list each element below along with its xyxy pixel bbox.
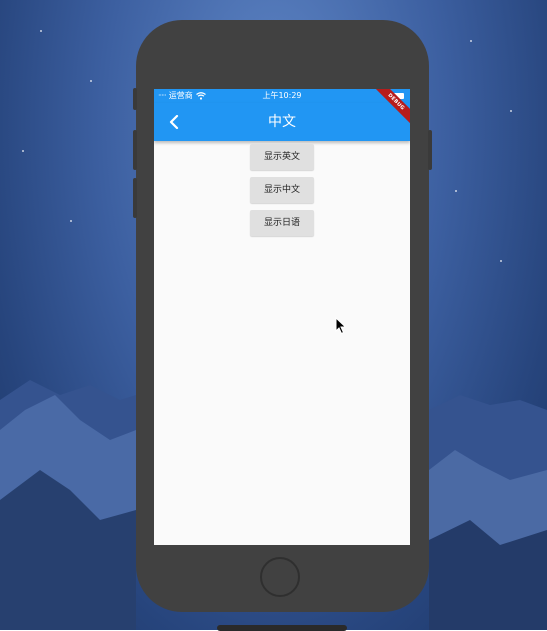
power-button [428, 130, 432, 170]
mute-switch [133, 88, 137, 110]
dock-edge [217, 625, 347, 631]
home-button[interactable] [260, 557, 300, 597]
page-title: 中文 [268, 114, 296, 130]
mouse-pointer-icon [335, 317, 347, 335]
phone-screen: ····· 运营商 上午10:29 中文 DEBUG 显示英文 显示中文 显示日… [154, 89, 410, 545]
app-bar: 中文 [154, 103, 410, 141]
volume-up-button [133, 130, 137, 170]
button-list: 显示英文 显示中文 显示日语 [154, 141, 410, 240]
show-english-button[interactable]: 显示英文 [250, 144, 314, 170]
status-time: 上午10:29 [262, 91, 302, 100]
show-chinese-button[interactable]: 显示中文 [250, 177, 314, 203]
volume-down-button [133, 178, 137, 218]
status-bar: ····· 运营商 上午10:29 [154, 89, 410, 103]
show-japanese-button[interactable]: 显示日语 [250, 210, 314, 236]
